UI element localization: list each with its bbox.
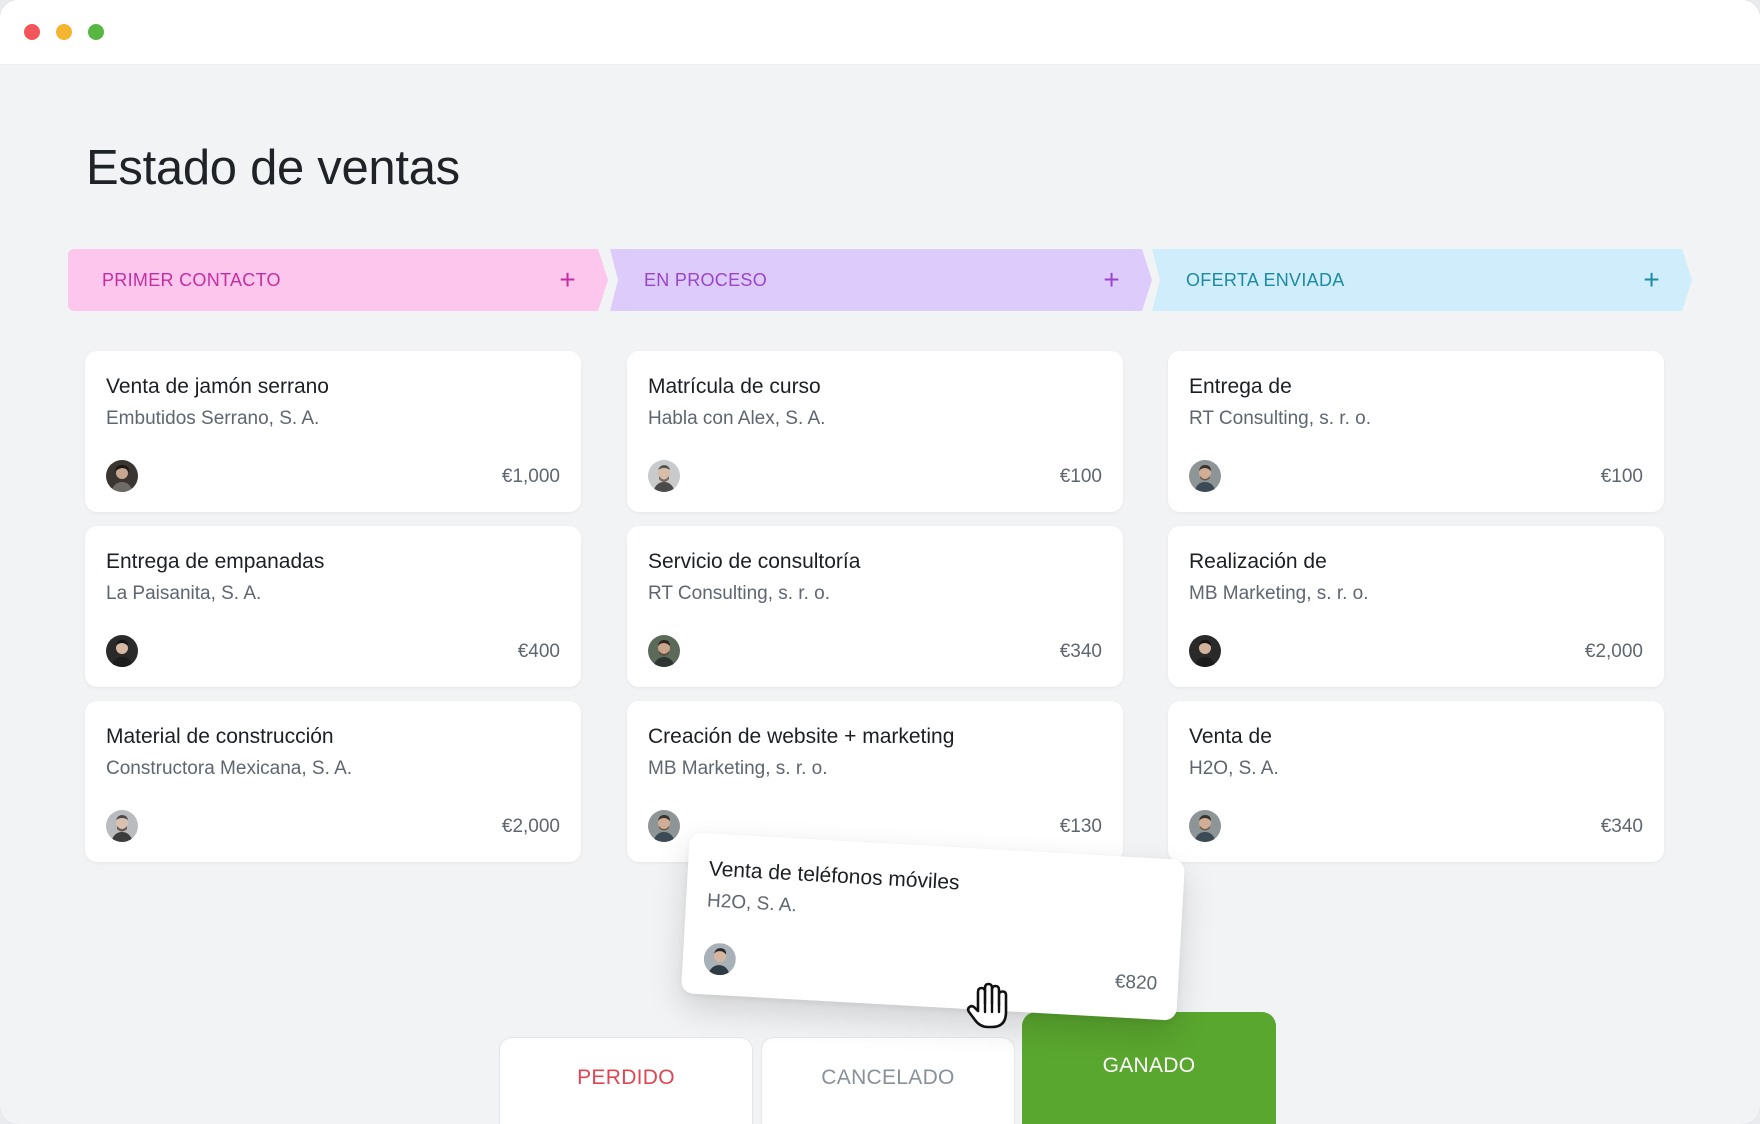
- deal-company: Habla con Alex, S. A.: [648, 408, 826, 429]
- lost-dropzone-button[interactable]: PERDIDO: [500, 1038, 752, 1124]
- deal-company: H2O, S. A.: [1189, 758, 1279, 779]
- stage-label: OFERTA ENVIADA: [1186, 269, 1345, 290]
- won-dropzone-button[interactable]: GANADO: [1022, 1012, 1276, 1124]
- deal-amount: €820: [1114, 971, 1158, 995]
- deal-company: RT Consulting, s. r. o.: [1189, 408, 1371, 429]
- deal-card[interactable]: Entrega de empanadas La Paisanita, S. A.…: [85, 526, 581, 687]
- deal-company: RT Consulting, s. r. o.: [648, 583, 830, 604]
- add-deal-button[interactable]: +: [1643, 266, 1660, 294]
- stage-header-en-proceso: EN PROCESO +: [610, 249, 1152, 311]
- deal-title: Material de construcción: [106, 725, 334, 748]
- user-avatar-icon: [1189, 460, 1221, 492]
- deal-company: Embutidos Serrano, S. A.: [106, 408, 320, 429]
- add-deal-button[interactable]: +: [1103, 266, 1120, 294]
- deal-amount: €100: [1059, 466, 1102, 487]
- page-title: Estado de ventas: [86, 141, 460, 195]
- deal-card[interactable]: Servicio de consultoría RT Consulting, s…: [627, 526, 1123, 687]
- grab-hand-icon: [964, 979, 1014, 1036]
- deal-card[interactable]: Venta de H2O, S. A. €340: [1168, 701, 1664, 862]
- deal-card[interactable]: Material de construcción Constructora Me…: [85, 701, 581, 862]
- deal-company: Constructora Mexicana, S. A.: [106, 758, 353, 779]
- deal-company: MB Marketing, s. r. o.: [1189, 583, 1369, 604]
- user-avatar-icon: [106, 460, 138, 492]
- deal-title: Realización de: [1189, 550, 1327, 573]
- deal-title: Servicio de consultoría: [648, 550, 861, 573]
- deal-title: Creación de website + marketing: [648, 725, 955, 748]
- stage-label: EN PROCESO: [644, 269, 768, 290]
- user-avatar-icon: [1189, 810, 1221, 842]
- maximize-window-button[interactable]: [88, 24, 104, 40]
- user-avatar-icon: [1189, 635, 1221, 667]
- deal-amount: €2,000: [1584, 641, 1643, 662]
- dragging-deal-card[interactable]: Venta de teléfonos móviles H2O, S. A. €8…: [680, 832, 1186, 1021]
- add-deal-button[interactable]: +: [559, 266, 576, 294]
- minimize-window-button[interactable]: [56, 24, 72, 40]
- close-window-button[interactable]: [24, 24, 40, 40]
- deal-amount: €340: [1059, 641, 1102, 662]
- deal-amount: €2,000: [501, 816, 560, 837]
- deal-title: Venta de: [1189, 725, 1272, 748]
- deal-title: Entrega de: [1189, 375, 1292, 398]
- deal-amount: €1,000: [501, 466, 560, 487]
- stage-header-oferta-enviada: OFERTA ENVIADA +: [1152, 249, 1692, 311]
- deal-company: La Paisanita, S. A.: [106, 583, 262, 604]
- user-avatar-icon: [702, 942, 737, 977]
- deal-card[interactable]: Matrícula de curso Habla con Alex, S. A.…: [627, 351, 1123, 512]
- user-avatar-icon: [648, 460, 680, 492]
- user-avatar-icon: [648, 635, 680, 667]
- deal-card[interactable]: Entrega de RT Consulting, s. r. o. €100: [1168, 351, 1664, 512]
- stage-label: PRIMER CONTACTO: [102, 269, 281, 290]
- deal-amount: €100: [1600, 466, 1643, 487]
- deal-card[interactable]: Venta de jamón serrano Embutidos Serrano…: [85, 351, 581, 512]
- deal-title: Matrícula de curso: [648, 375, 821, 398]
- window-titlebar: [0, 0, 1760, 65]
- user-avatar-icon: [648, 810, 680, 842]
- app-window: Estado de ventas PRIMER CONTACTO + EN PR…: [0, 0, 1760, 1124]
- user-avatar-icon: [106, 810, 138, 842]
- deal-title: Venta de jamón serrano: [106, 375, 329, 398]
- deal-amount: €400: [517, 641, 560, 662]
- deal-amount: €340: [1600, 816, 1643, 837]
- deal-card[interactable]: Realización de MB Marketing, s. r. o. €2…: [1168, 526, 1664, 687]
- deal-company: MB Marketing, s. r. o.: [648, 758, 828, 779]
- deal-amount: €130: [1059, 816, 1102, 837]
- deal-title: Entrega de empanadas: [106, 550, 325, 573]
- cancelled-dropzone-button[interactable]: CANCELADO: [762, 1038, 1014, 1124]
- stage-header-primer-contacto: PRIMER CONTACTO +: [68, 249, 608, 311]
- user-avatar-icon: [106, 635, 138, 667]
